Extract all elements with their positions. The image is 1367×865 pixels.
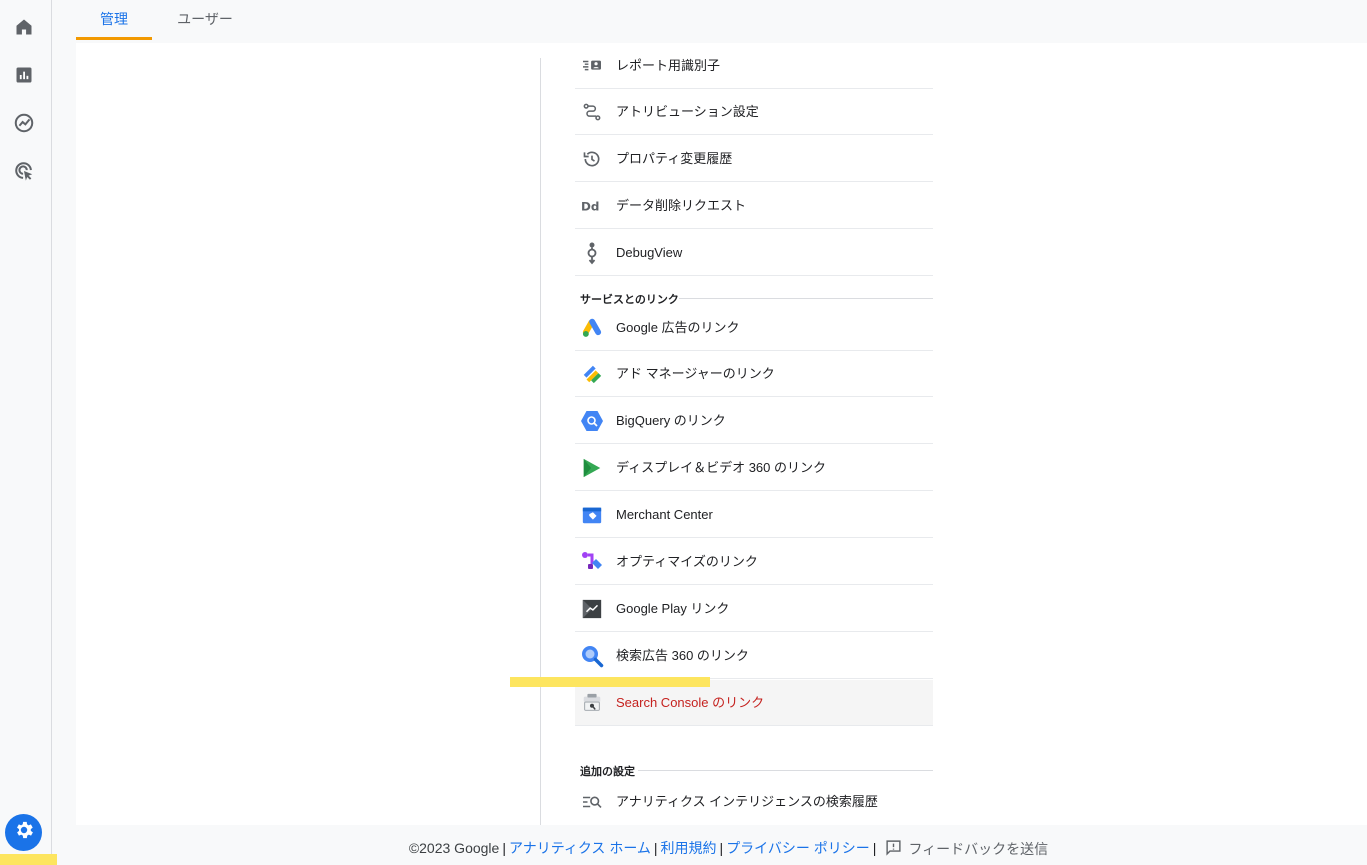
menu-item-label: Google 広告のリンク <box>616 320 740 335</box>
intelligence-search-history-icon <box>580 790 604 814</box>
menu-item-attribution-settings[interactable]: アトリビューション設定 <box>575 89 933 135</box>
menu-item-merchant-center[interactable]: Merchant Center <box>575 492 933 538</box>
merchant-center-icon <box>580 503 604 527</box>
menu-item-data-deletion-requests[interactable]: Dd データ削除リクエスト <box>575 183 933 229</box>
menu-item-optimize-links[interactable]: オプティマイズのリンク <box>575 539 933 585</box>
feedback-label: フィードバックを送信 <box>908 841 1049 858</box>
section-title-additional-settings: 追加の設定 <box>580 766 635 778</box>
menu-item-label: アトリビューション設定 <box>616 104 759 119</box>
menu-item-label: データ削除リクエスト <box>616 198 747 213</box>
menu-item-reporting-identity[interactable]: レポート用識別子 <box>575 43 933 89</box>
display-video-360-icon <box>580 456 604 480</box>
send-feedback-button[interactable]: フィードバックを送信 <box>885 839 1048 859</box>
highlight-marker <box>510 677 710 687</box>
tab-admin[interactable]: 管理 <box>76 0 152 40</box>
menu-item-label: 検索広告 360 のリンク <box>616 648 749 663</box>
footer-link-privacy[interactable]: プライバシー ポリシー <box>726 840 870 856</box>
data-deletion-icon: Dd <box>580 194 604 218</box>
reports-icon[interactable] <box>12 63 36 87</box>
home-icon[interactable] <box>12 15 36 39</box>
menu-item-label: アナリティクス インテリジェンスの検索履歴 <box>616 794 878 809</box>
feedback-icon <box>885 839 902 859</box>
bigquery-icon <box>580 409 604 433</box>
menu-item-label: Merchant Center <box>616 507 713 522</box>
debugview-icon <box>580 241 604 265</box>
menu-item-label: オプティマイズのリンク <box>616 554 758 569</box>
optimize-icon <box>580 550 604 574</box>
left-nav-rail <box>0 0 57 865</box>
menu-item-label: BigQuery のリンク <box>616 413 726 428</box>
ad-manager-icon <box>580 362 604 386</box>
google-play-icon <box>580 597 604 621</box>
explore-icon[interactable] <box>12 111 36 135</box>
admin-tabs: 管理 ユーザー <box>76 0 1367 42</box>
history-icon <box>580 147 604 171</box>
menu-item-label: レポート用識別子 <box>616 58 721 73</box>
menu-item-debugview[interactable]: DebugView <box>575 230 933 276</box>
tab-users[interactable]: ユーザー <box>160 0 250 42</box>
footer-link-analytics-home[interactable]: アナリティクス ホーム <box>509 840 651 856</box>
menu-item-display-video-360-links[interactable]: ディスプレイ＆ビデオ 360 のリンク <box>575 445 933 491</box>
menu-item-label: プロパティ変更履歴 <box>616 151 733 166</box>
footer-link-terms[interactable]: 利用規約 <box>661 840 717 856</box>
admin-content: レポート用識別子 アトリビューション設定 プロパティ変更履歴 Dd データ削除リ… <box>76 43 1367 825</box>
menu-item-property-change-history[interactable]: プロパティ変更履歴 <box>575 136 933 182</box>
svg-text:Dd: Dd <box>581 200 599 214</box>
google-ads-icon <box>580 316 604 340</box>
attribution-icon <box>580 100 604 124</box>
menu-item-label: Google Play リンク <box>616 601 730 616</box>
footer: ©2023 Google | アナリティクス ホーム | 利用規約 | プライバシー ポリシ… <box>408 839 1049 859</box>
section-divider <box>679 298 933 299</box>
menu-item-google-play-links[interactable]: Google Play リンク <box>575 586 933 632</box>
advertising-icon[interactable] <box>12 159 36 183</box>
search-ads-360-icon <box>580 644 604 668</box>
menu-item-bigquery-links[interactable]: BigQuery のリンク <box>575 398 933 444</box>
search-console-icon <box>580 691 604 715</box>
column-divider <box>540 58 541 825</box>
menu-item-label: DebugView <box>616 245 683 260</box>
menu-item-label: ディスプレイ＆ビデオ 360 のリンク <box>616 460 827 475</box>
menu-item-ad-manager-links[interactable]: アド マネージャーのリンク <box>575 351 933 397</box>
menu-item-label: アド マネージャーのリンク <box>616 366 775 381</box>
menu-item-analytics-intelligence-search-history[interactable]: アナリティクス インテリジェンスの検索履歴 <box>575 779 933 825</box>
menu-item-google-ads-links[interactable]: Google 広告のリンク <box>575 305 933 351</box>
section-divider <box>638 770 933 771</box>
menu-item-search-ads-360-links[interactable]: 検索広告 360 のリンク <box>575 633 933 679</box>
reporting-identity-icon <box>580 54 604 78</box>
footer-copyright: ©2023 Google <box>408 840 500 856</box>
